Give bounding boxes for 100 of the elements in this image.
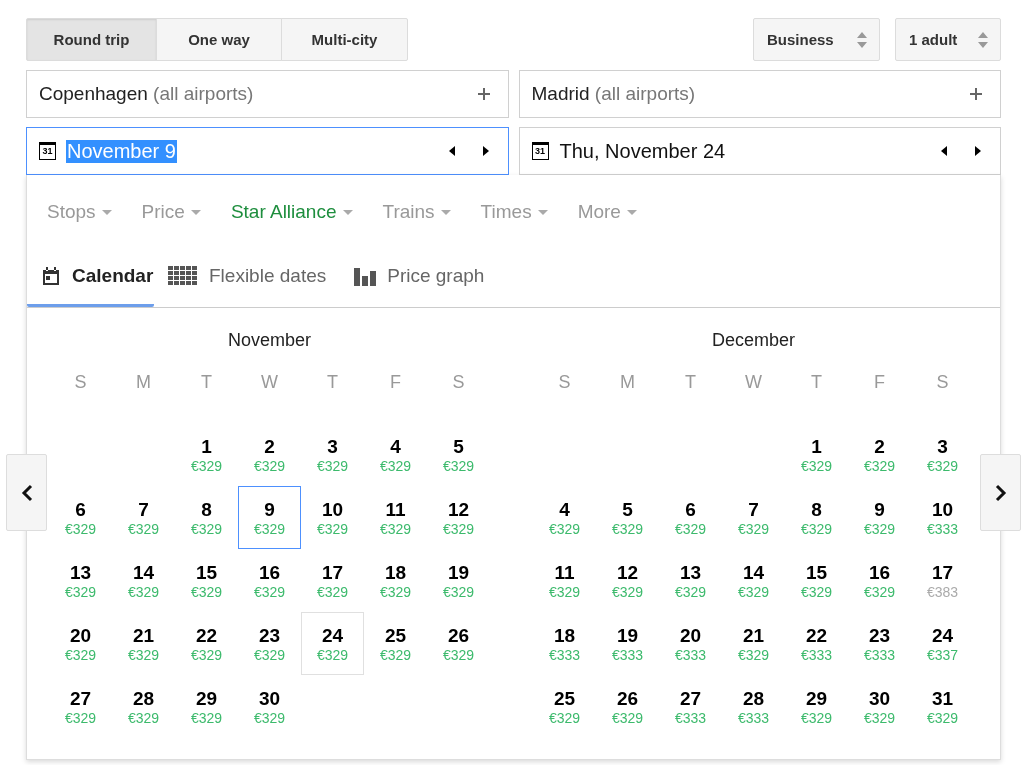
weekday-label: F (873, 371, 886, 394)
day-cell[interactable]: 8 €329 (785, 486, 848, 549)
date-field[interactable]: 31 Thu, November 24 (518, 127, 1001, 175)
day-cell[interactable]: 21 €329 (112, 612, 175, 675)
next-icon[interactable] (481, 145, 490, 157)
previous-icon[interactable] (447, 145, 456, 157)
day-cell[interactable]: 4 €329 (364, 423, 427, 486)
day-cell[interactable]: 25 €329 (533, 675, 596, 738)
day-cell[interactable]: 23 €329 (238, 612, 301, 675)
day-cell[interactable]: 23 €333 (848, 612, 911, 675)
day-cell[interactable]: 11 €329 (364, 486, 427, 549)
dropdown-select[interactable]: 1 adult (895, 18, 1001, 61)
day-cell[interactable]: 3 €329 (301, 423, 364, 486)
day-cell[interactable]: 29 €329 (175, 675, 238, 738)
view-tab[interactable]: Calendar (27, 247, 154, 307)
day-cell[interactable]: 2 €329 (238, 423, 301, 486)
day-cell[interactable]: 10 €333 (911, 486, 974, 549)
day-cell[interactable]: 5 €329 (596, 486, 659, 549)
day-cell[interactable]: 19 €329 (427, 549, 490, 612)
day-cell[interactable]: 2 €329 (848, 423, 911, 486)
day-cell[interactable]: 13 €329 (659, 549, 722, 612)
weekday-label: W (260, 371, 279, 394)
day-cell[interactable]: 15 €329 (785, 549, 848, 612)
day-cell[interactable]: 30 €329 (848, 675, 911, 738)
day-cell[interactable]: 7 €329 (722, 486, 785, 549)
day-cell[interactable]: 28 €329 (112, 675, 175, 738)
weekday-label: S (73, 371, 88, 394)
spinner-icon (857, 30, 867, 49)
day-cell[interactable]: 20 €329 (49, 612, 112, 675)
next-month-button[interactable] (980, 454, 1021, 531)
chevron-right-icon (994, 483, 1007, 502)
caret-icon (440, 209, 451, 215)
caret-icon (101, 209, 112, 215)
day-cell[interactable]: 1 €329 (175, 423, 238, 486)
day-cell[interactable]: 12 €329 (427, 486, 490, 549)
weekday-label: M (619, 371, 636, 394)
day-cell[interactable]: 26 €329 (427, 612, 490, 675)
day-cell[interactable]: 16 €329 (238, 549, 301, 612)
weekday-label: W (744, 371, 763, 394)
day-cell[interactable]: 27 €329 (49, 675, 112, 738)
day-cell[interactable]: 12 €329 (596, 549, 659, 612)
day-cell[interactable]: 16 €329 (848, 549, 911, 612)
bar-chart-icon (354, 265, 377, 286)
trip-type-tab[interactable]: One way (156, 18, 282, 61)
day-cell[interactable]: 14 €329 (722, 549, 785, 612)
caret-icon (342, 209, 353, 215)
filter-dropdown[interactable]: Star Alliance (230, 201, 353, 223)
view-tab[interactable]: Price graph (340, 247, 499, 307)
day-cell[interactable]: 4 €329 (533, 486, 596, 549)
previous-month-button[interactable] (6, 454, 47, 531)
day-cell[interactable]: 9 €329 (238, 486, 301, 549)
trip-type-tab[interactable]: Multi-city (281, 18, 408, 61)
date-field[interactable]: 31 November 9 (26, 127, 509, 175)
day-cell[interactable]: 1 €329 (785, 423, 848, 486)
caret-icon (626, 209, 637, 215)
day-cell[interactable]: 17 €383 (911, 549, 974, 612)
day-cell[interactable]: 20 €333 (659, 612, 722, 675)
grid-icon (168, 265, 198, 286)
trip-type-tab[interactable]: Round trip (26, 18, 157, 61)
weekday-label: M (135, 371, 152, 394)
day-cell[interactable]: 5 €329 (427, 423, 490, 486)
day-cell[interactable]: 25 €329 (364, 612, 427, 675)
day-cell[interactable]: 22 €329 (175, 612, 238, 675)
day-cell[interactable]: 6 €329 (659, 486, 722, 549)
dropdown-select[interactable]: Business (753, 18, 880, 61)
day-cell[interactable]: 27 €333 (659, 675, 722, 738)
day-cell[interactable]: 13 €329 (49, 549, 112, 612)
day-cell[interactable]: 28 €333 (722, 675, 785, 738)
previous-icon[interactable] (940, 145, 948, 157)
day-cell[interactable]: 11 €329 (533, 549, 596, 612)
plus-icon (970, 88, 982, 100)
day-cell[interactable]: 3 €329 (911, 423, 974, 486)
view-tab[interactable]: Flexible dates (154, 247, 341, 307)
weekday-label: T (326, 371, 339, 394)
day-cell[interactable]: 24 €329 (301, 612, 364, 675)
weekday-label: S (451, 371, 466, 394)
airport-field[interactable]: Madrid (all airports) (518, 70, 1001, 118)
day-cell[interactable]: 19 €333 (596, 612, 659, 675)
day-cell[interactable]: 18 €329 (364, 549, 427, 612)
day-cell[interactable]: 18 €333 (533, 612, 596, 675)
weekday-label: T (200, 371, 213, 394)
day-cell[interactable]: 9 €329 (848, 486, 911, 549)
day-cell[interactable]: 10 €329 (301, 486, 364, 549)
day-cell[interactable]: 31 €329 (911, 675, 974, 738)
day-cell[interactable]: 8 €329 (175, 486, 238, 549)
day-cell[interactable]: 29 €329 (785, 675, 848, 738)
day-cell[interactable]: 15 €329 (175, 549, 238, 612)
day-cell[interactable]: 30 €329 (238, 675, 301, 738)
day-cell[interactable]: 24 €337 (911, 612, 974, 675)
day-cell[interactable]: 7 €329 (112, 486, 175, 549)
day-cell[interactable]: 17 €329 (301, 549, 364, 612)
next-icon[interactable] (974, 145, 982, 157)
day-cell[interactable]: 22 €333 (785, 612, 848, 675)
day-cell[interactable]: 6 €329 (49, 486, 112, 549)
airport-field[interactable]: Copenhagen (all airports) (26, 70, 509, 118)
day-cell[interactable]: 26 €329 (596, 675, 659, 738)
day-cell[interactable]: 14 €329 (112, 549, 175, 612)
day-cell[interactable]: 21 €329 (722, 612, 785, 675)
caret-icon (190, 209, 201, 215)
weekday-label: S (557, 371, 572, 394)
